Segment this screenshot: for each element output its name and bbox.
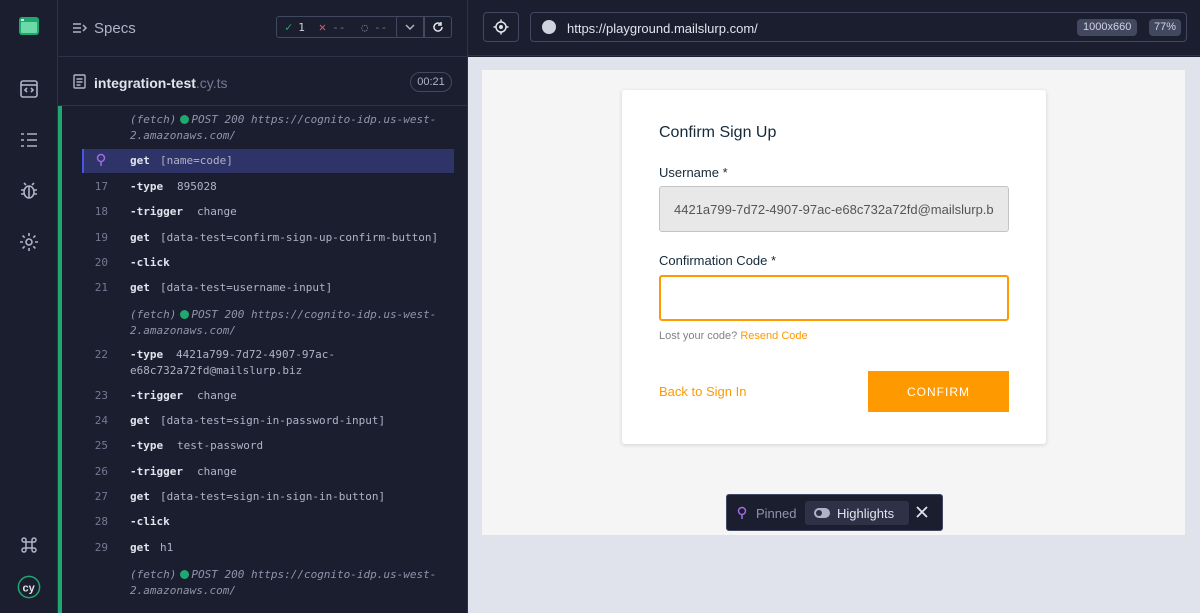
svg-text:cy: cy (23, 583, 36, 595)
cypress-runner: cy Specs ✓ 1 ✕ -- ◌ -- integration-test.… (0, 0, 1200, 613)
url-bar[interactable]: https://playground.mailslurp.com/ 1000x6… (530, 12, 1187, 42)
confirm-button[interactable]: CONFIRM (868, 371, 1009, 412)
cypress-logo-icon[interactable]: cy (17, 575, 41, 599)
browser-toolbar: https://playground.mailslurp.com/ 1000x6… (468, 0, 1200, 56)
zoom-level-badge[interactable]: 77% (1149, 19, 1182, 36)
settings-icon[interactable] (17, 230, 41, 254)
specs-menu-icon[interactable] (72, 21, 88, 40)
sidebar-nav: cy (0, 0, 58, 613)
command-row-pinned[interactable]: get [name=code] (82, 149, 454, 173)
confirm-signup-card: Confirm Sign Up Username * Confirmation … (622, 90, 1046, 444)
pinned-command-bar: Pinned Highlights (726, 494, 943, 531)
lost-code-hint: Lost your code? Resend Code (659, 330, 808, 342)
command-log-panel: Specs ✓ 1 ✕ -- ◌ -- integration-test.cy.… (58, 0, 468, 613)
pass-indicator (58, 106, 62, 613)
form-title: Confirm Sign Up (659, 124, 777, 141)
highlights-label: Highlights (837, 506, 895, 521)
specs-title[interactable]: Specs (94, 20, 136, 37)
resend-code-link[interactable]: Resend Code (740, 330, 807, 342)
specs-header: Specs ✓ 1 ✕ -- ◌ -- (58, 0, 467, 57)
target-icon (493, 19, 509, 35)
pending-icon: ◌ (361, 20, 368, 34)
keyboard-shortcuts-icon[interactable] (17, 533, 41, 557)
chevron-down-button[interactable] (396, 16, 424, 38)
pending-count: -- (373, 20, 388, 34)
highlights-toggle[interactable]: Highlights (805, 501, 909, 525)
spec-file-header: integration-test.cy.ts 00:21 (58, 58, 467, 106)
specs-list-icon[interactable] (17, 128, 41, 152)
debug-icon[interactable] (17, 179, 41, 203)
command-row[interactable]: 22 -type 4421a799-7d72-4907-97ac- e68c732a… (82, 348, 454, 380)
app-under-test-stage: Confirm Sign Up Username * Confirmation … (468, 57, 1200, 613)
pin-icon[interactable] (96, 153, 106, 170)
globe-icon (542, 20, 556, 34)
toggle-icon (814, 508, 830, 518)
viewport-size-badge[interactable]: 1000x660 (1077, 19, 1138, 36)
refresh-icon (433, 22, 443, 32)
back-to-sign-in-link[interactable]: Back to Sign In (659, 384, 746, 399)
runs-icon[interactable] (17, 77, 41, 101)
confirmation-code-input[interactable] (659, 275, 1009, 321)
test-duration: 00:21 (410, 72, 452, 92)
pin-icon (737, 506, 747, 525)
selector-playground-button[interactable] (483, 12, 519, 42)
spec-file-name[interactable]: integration-test.cy.ts (94, 75, 228, 91)
rerun-button[interactable] (424, 16, 452, 38)
passed-count: 1 (298, 20, 305, 34)
fetch-log[interactable]: (fetch) POST 200 https://cognito-idp.us-w… (130, 567, 460, 599)
close-icon[interactable] (915, 505, 929, 524)
app-viewport: Confirm Sign Up Username * Confirmation … (482, 70, 1185, 535)
cypress-app-icon[interactable] (17, 14, 41, 38)
check-icon: ✓ (285, 20, 293, 34)
pinned-label: Pinned (756, 506, 797, 521)
fetch-log[interactable]: (fetch) POST 200 https://cognito-idp.us-w… (130, 307, 460, 339)
failed-count: -- (332, 20, 346, 34)
document-icon (73, 74, 86, 94)
username-input[interactable] (659, 186, 1009, 232)
command-list: (fetch) POST 200 https://cognito-idp.us-w… (58, 106, 467, 613)
confirmation-code-label: Confirmation Code * (659, 253, 777, 268)
chevron-down-icon (405, 24, 415, 30)
x-icon: ✕ (318, 20, 327, 34)
url-text: https://playground.mailslurp.com/ (567, 21, 758, 36)
username-label: Username * (659, 165, 728, 180)
fetch-log[interactable]: (fetch) POST 200 https://cognito-idp.us-w… (130, 112, 460, 144)
